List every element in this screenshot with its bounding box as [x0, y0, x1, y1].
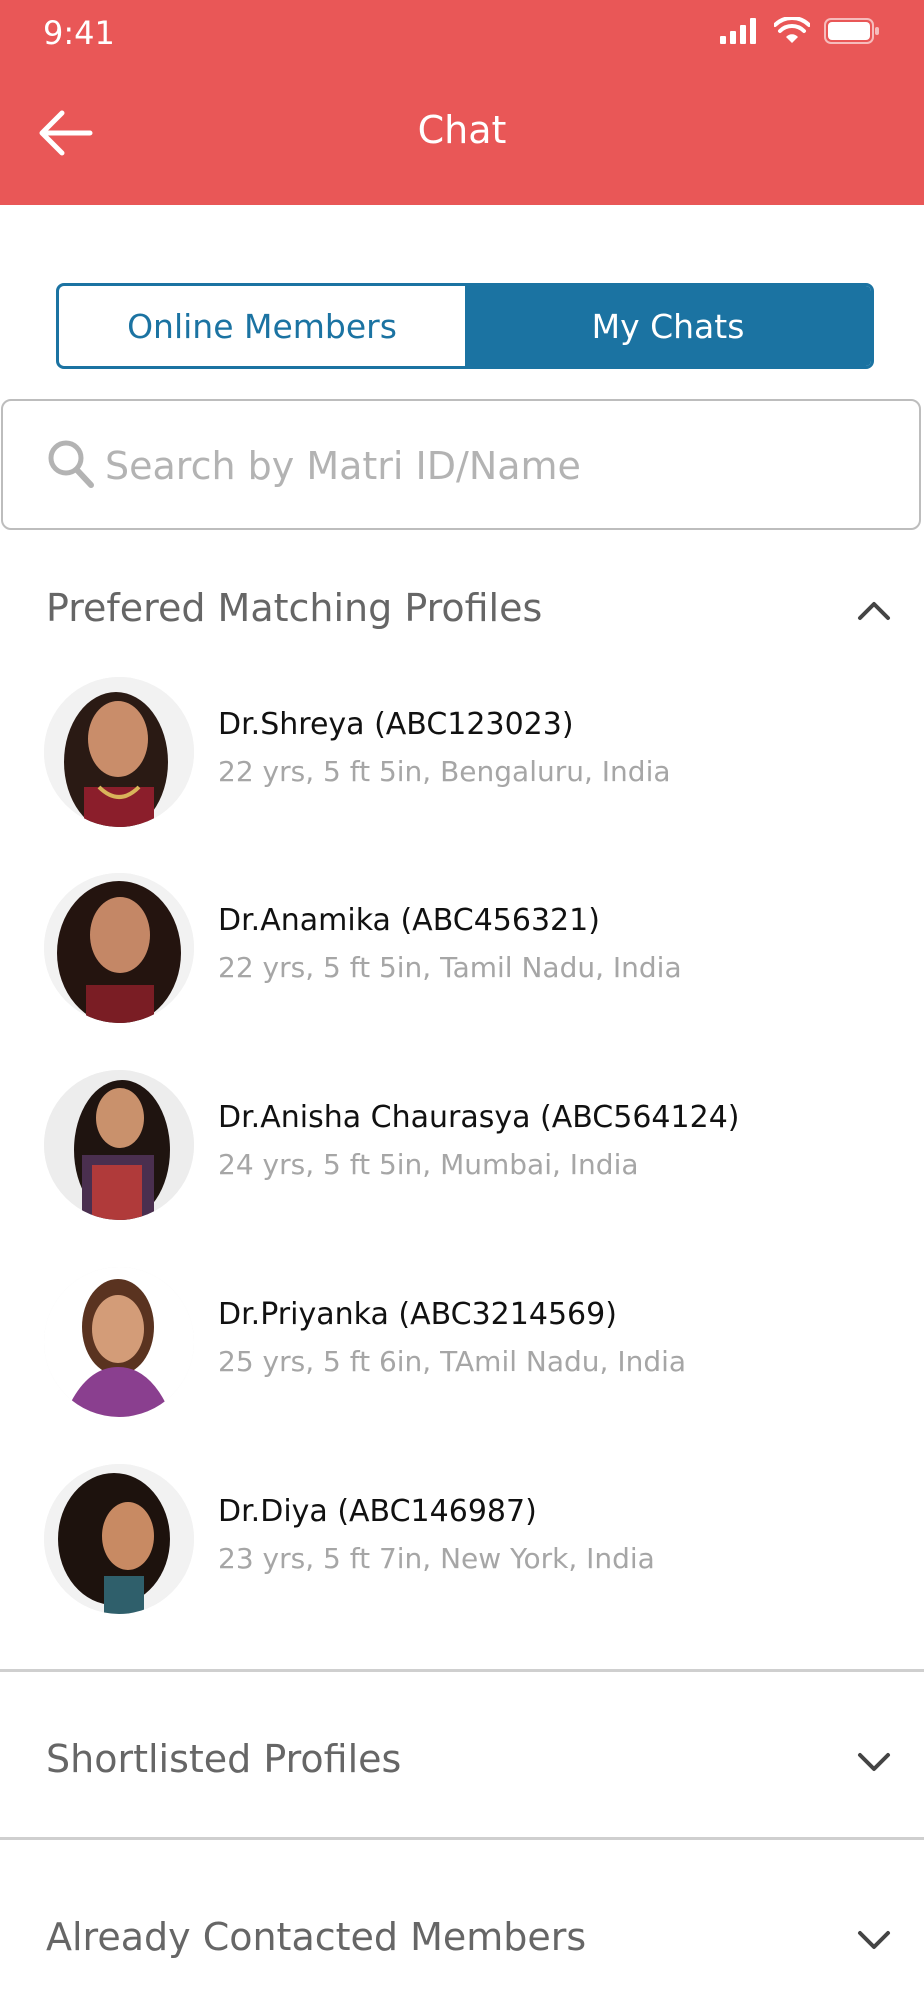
wifi-icon — [774, 17, 810, 43]
battery-icon — [824, 18, 879, 44]
avatar — [44, 1070, 194, 1220]
tab-my-chats[interactable]: My Chats — [465, 286, 871, 366]
tab-online-members[interactable]: Online Members — [59, 286, 465, 366]
section-header-already-contacted[interactable]: Already Contacted Members — [0, 1899, 924, 1979]
status-icons — [720, 16, 880, 46]
profile-name: Dr.Shreya (ABC123023) — [218, 707, 574, 742]
divider — [0, 1837, 924, 1840]
search-input[interactable] — [103, 429, 887, 503]
profile-name: Dr.Priyanka (ABC3214569) — [218, 1297, 617, 1332]
page-title: Chat — [417, 108, 507, 152]
section-header-prefered-matching[interactable]: Prefered Matching Profiles — [0, 570, 924, 650]
profile-item[interactable]: Dr.Priyanka (ABC3214569) 25 yrs, 5 ft 6i… — [0, 1267, 924, 1427]
profile-name: Dr.Anamika (ABC456321) — [218, 903, 600, 938]
profile-details: 25 yrs, 5 ft 6in, TAmil Nadu, India — [218, 1345, 687, 1378]
profile-details: 22 yrs, 5 ft 5in, Tamil Nadu, India — [218, 951, 682, 984]
cellular-signal-icon — [720, 18, 756, 44]
section-header-shortlisted[interactable]: Shortlisted Profiles — [0, 1721, 924, 1801]
divider — [0, 1669, 924, 1672]
chevron-down-icon — [858, 1931, 890, 1949]
avatar — [44, 1267, 194, 1417]
chevron-up-icon — [858, 602, 890, 620]
search-icon — [48, 440, 94, 488]
avatar — [44, 1464, 194, 1614]
profile-item[interactable]: Dr.Diya (ABC146987) 23 yrs, 5 ft 7in, Ne… — [0, 1464, 924, 1624]
profile-name: Dr.Diya (ABC146987) — [218, 1494, 537, 1529]
chat-tabs: Online Members My Chats — [56, 283, 874, 369]
section-title: Shortlisted Profiles — [46, 1737, 402, 1781]
section-title: Already Contacted Members — [46, 1915, 587, 1959]
profile-name: Dr.Anisha Chaurasya (ABC564124) — [218, 1100, 740, 1135]
avatar — [44, 873, 194, 1023]
profile-details: 24 yrs, 5 ft 5in, Mumbai, India — [218, 1148, 639, 1181]
avatar — [44, 677, 194, 827]
profile-details: 22 yrs, 5 ft 5in, Bengaluru, India — [218, 755, 671, 788]
app-header: 9:41 Chat — [0, 0, 924, 205]
chevron-down-icon — [858, 1753, 890, 1771]
status-time: 9:41 — [43, 14, 115, 52]
profile-item[interactable]: Dr.Shreya (ABC123023) 22 yrs, 5 ft 5in, … — [0, 677, 924, 837]
section-title: Prefered Matching Profiles — [46, 586, 543, 630]
profile-item[interactable]: Dr.Anisha Chaurasya (ABC564124) 24 yrs, … — [0, 1070, 924, 1230]
search-box — [1, 399, 921, 530]
profile-item[interactable]: Dr.Anamika (ABC456321) 22 yrs, 5 ft 5in,… — [0, 873, 924, 1033]
profile-details: 23 yrs, 5 ft 7in, New York, India — [218, 1542, 655, 1575]
